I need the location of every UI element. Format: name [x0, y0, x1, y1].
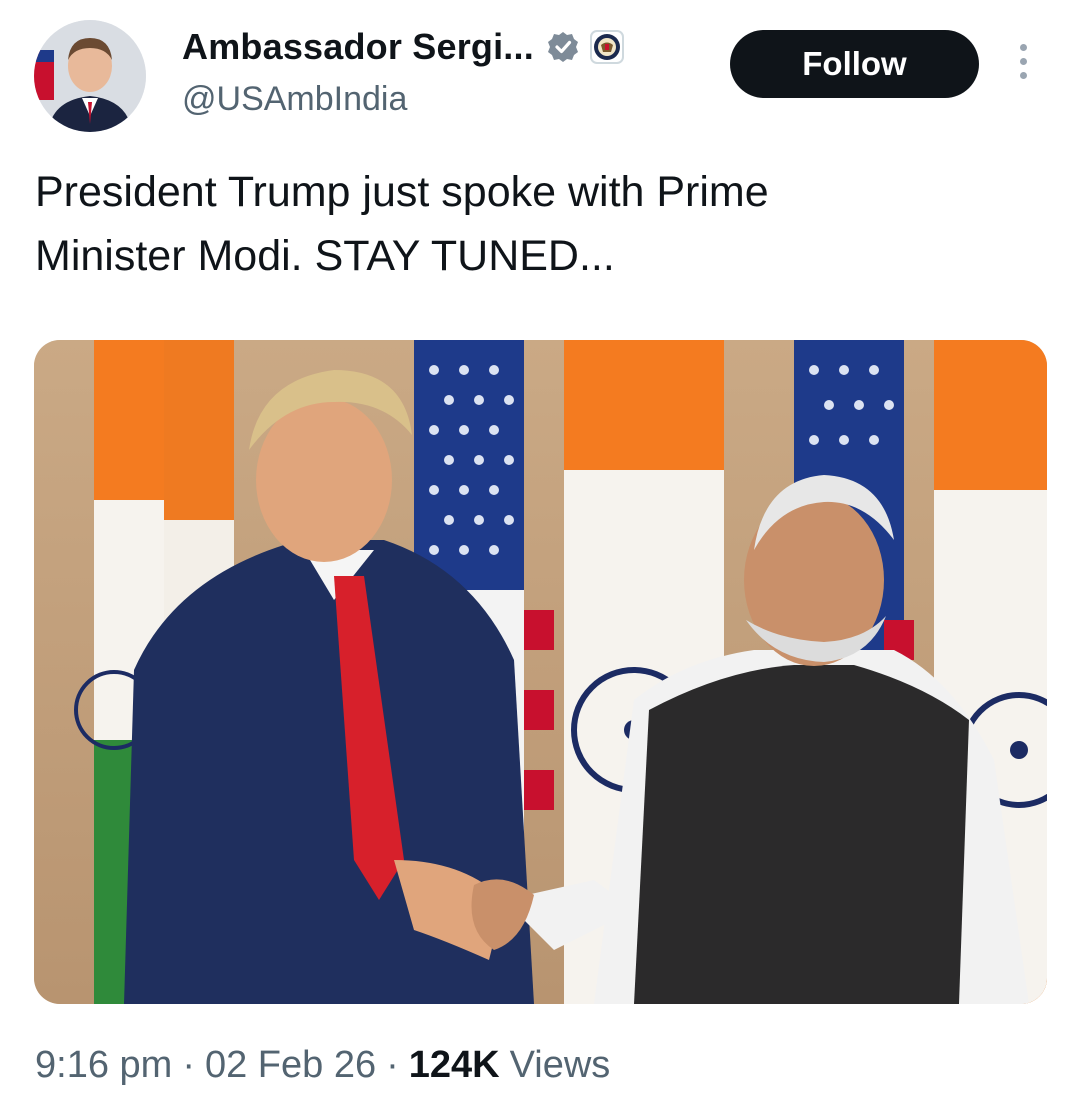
tweet-meta: 9:16 pm · 02 Feb 26 · 124K Views [35, 1044, 610, 1087]
meta-separator: · [182, 1044, 195, 1086]
follow-button[interactable]: Follow [730, 30, 979, 98]
tweet-header: Ambassador Sergi... @USAmbIndia Follow [0, 0, 1068, 150]
views-label: Views [509, 1044, 611, 1086]
tweet-media-photo[interactable] [34, 340, 1047, 1004]
verified-badge-icon [546, 30, 580, 64]
author-name-row: Ambassador Sergi... [182, 26, 624, 68]
avatar[interactable] [34, 20, 146, 132]
author-display-name[interactable]: Ambassador Sergi... [182, 26, 534, 68]
author-handle[interactable]: @USAmbIndia [182, 80, 407, 119]
tweet-text: President Trump just spoke with Prime Mi… [35, 168, 769, 280]
tweet-time[interactable]: 9:16 pm [35, 1044, 172, 1087]
views-count[interactable]: 124K [409, 1044, 500, 1087]
meta-separator: · [386, 1044, 399, 1086]
tweet-date[interactable]: 02 Feb 26 [205, 1044, 376, 1087]
more-options-icon[interactable] [1010, 44, 1036, 88]
us-state-department-seal-icon[interactable] [589, 30, 624, 64]
